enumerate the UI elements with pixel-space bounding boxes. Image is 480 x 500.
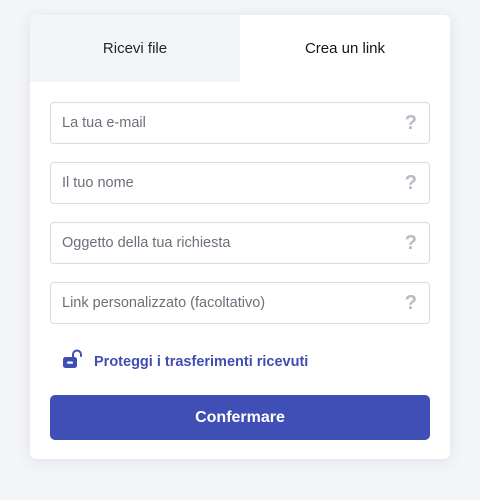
name-input[interactable] bbox=[51, 163, 392, 203]
link-form: ? ? ? ? Proteggi i trasferimenti ricevut… bbox=[50, 102, 430, 440]
transfer-card: Ricevi file Crea un link ? ? ? ? bbox=[30, 15, 450, 459]
name-field: ? bbox=[50, 162, 430, 204]
tab-receive-files[interactable]: Ricevi file bbox=[30, 15, 240, 82]
unlocked-padlock-icon bbox=[62, 349, 84, 374]
email-input[interactable] bbox=[51, 103, 392, 143]
tab-bar: Ricevi file Crea un link bbox=[30, 15, 450, 82]
custom-link-help-icon[interactable]: ? bbox=[405, 292, 417, 314]
email-field: ? bbox=[50, 102, 430, 144]
protect-transfers-label: Proteggi i trasferimenti ricevuti bbox=[94, 353, 309, 370]
subject-help-icon[interactable]: ? bbox=[405, 232, 417, 254]
custom-link-field: ? bbox=[50, 282, 430, 324]
email-help-icon[interactable]: ? bbox=[405, 112, 417, 134]
protect-transfers-link[interactable]: Proteggi i trasferimenti ricevuti bbox=[62, 349, 308, 374]
subject-field: ? bbox=[50, 222, 430, 264]
tab-create-link[interactable]: Crea un link bbox=[240, 15, 450, 82]
subject-input[interactable] bbox=[51, 223, 392, 263]
custom-link-input[interactable] bbox=[51, 283, 392, 323]
name-help-icon[interactable]: ? bbox=[405, 172, 417, 194]
confirm-button[interactable]: Confermare bbox=[50, 395, 430, 440]
